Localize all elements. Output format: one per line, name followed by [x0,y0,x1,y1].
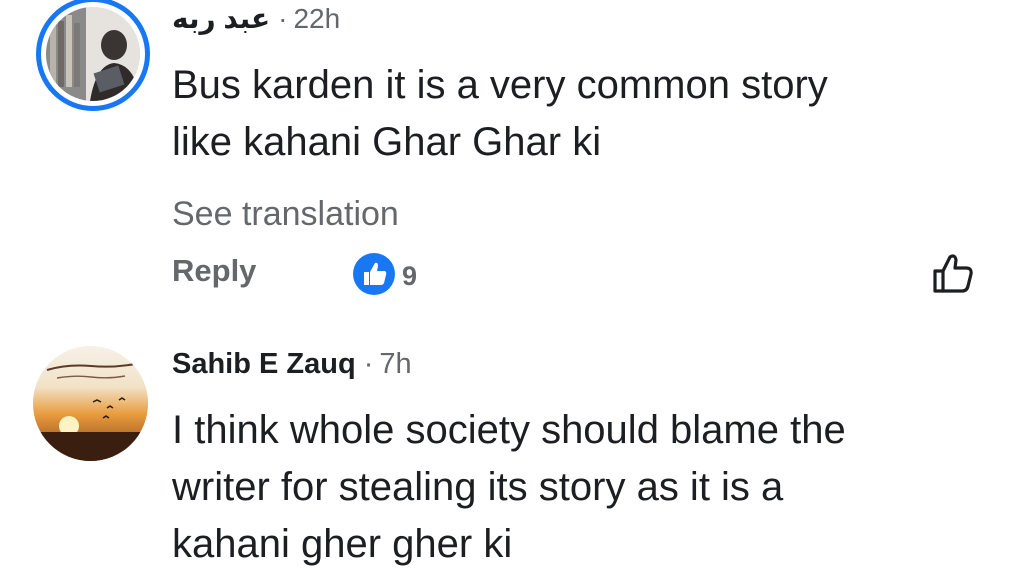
comment-time[interactable]: 7h [379,348,411,381]
comment-text: Bus karden it is a very common story lik… [172,63,828,164]
avatar-photo [33,346,148,461]
reaction-summary[interactable]: 9 [352,252,417,301]
like-button[interactable] [930,250,976,301]
commenter-avatar[interactable] [33,346,148,461]
reaction-count: 9 [402,261,418,291]
comment-text: I think whole society should blame the w… [172,408,846,566]
thumbs-up-outline-icon [930,254,976,300]
separator-dot: · [363,348,374,380]
comment-2: Sahib E Zauq · 7h I think whole society … [0,330,1024,588]
comment-meta: Sahib E Zauq · 7h [172,348,412,381]
comments-thread: عبد ربه · 22h Bus karden it is a very co… [0,0,1024,588]
reply-button[interactable]: Reply [172,253,256,289]
comment-time[interactable]: 22h [293,3,340,35]
author-name[interactable]: Sahib E Zauq [172,348,356,381]
author-name[interactable]: عبد ربه [172,2,270,35]
like-reaction-icon [352,252,396,301]
comment-meta: عبد ربه · 22h [172,2,340,35]
see-translation-link[interactable]: See translation [172,195,399,234]
commenter-avatar[interactable] [36,0,150,111]
avatar-photo [46,7,140,101]
separator-dot: · [278,3,288,34]
comment-1: عبد ربه · 22h Bus karden it is a very co… [0,0,1024,320]
